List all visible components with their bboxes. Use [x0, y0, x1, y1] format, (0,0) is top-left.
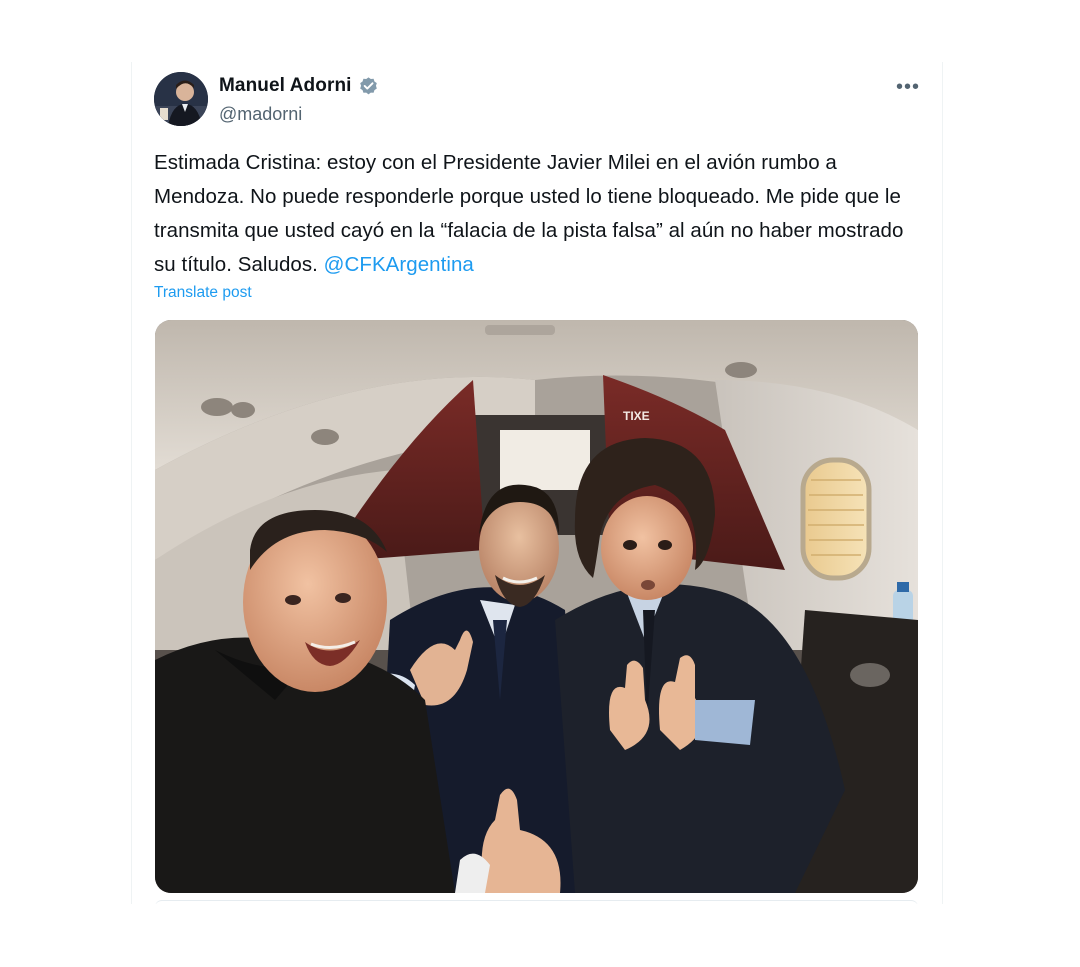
avatar[interactable]	[154, 72, 208, 126]
author-name[interactable]: Manuel Adorni	[219, 75, 352, 97]
mention-link[interactable]: @CFKArgentina	[324, 253, 474, 276]
sign-text: TIXE	[623, 409, 650, 423]
next-card-edge	[155, 900, 918, 904]
author-handle[interactable]: @madorni	[219, 104, 302, 125]
more-icon[interactable]: •••	[896, 76, 920, 99]
post-card[interactable]: Manuel Adorni @madorni ••• Estimada Cris…	[131, 62, 943, 904]
translate-post-link[interactable]: Translate post	[154, 284, 252, 302]
post-photo[interactable]: TIXE	[155, 320, 918, 893]
cabin-photo: TIXE	[155, 320, 918, 893]
post-body: Estimada Cristina: estoy con el Presiden…	[154, 151, 904, 276]
post-text: Estimada Cristina: estoy con el Presiden…	[154, 146, 914, 282]
verified-badge-icon	[358, 76, 379, 97]
